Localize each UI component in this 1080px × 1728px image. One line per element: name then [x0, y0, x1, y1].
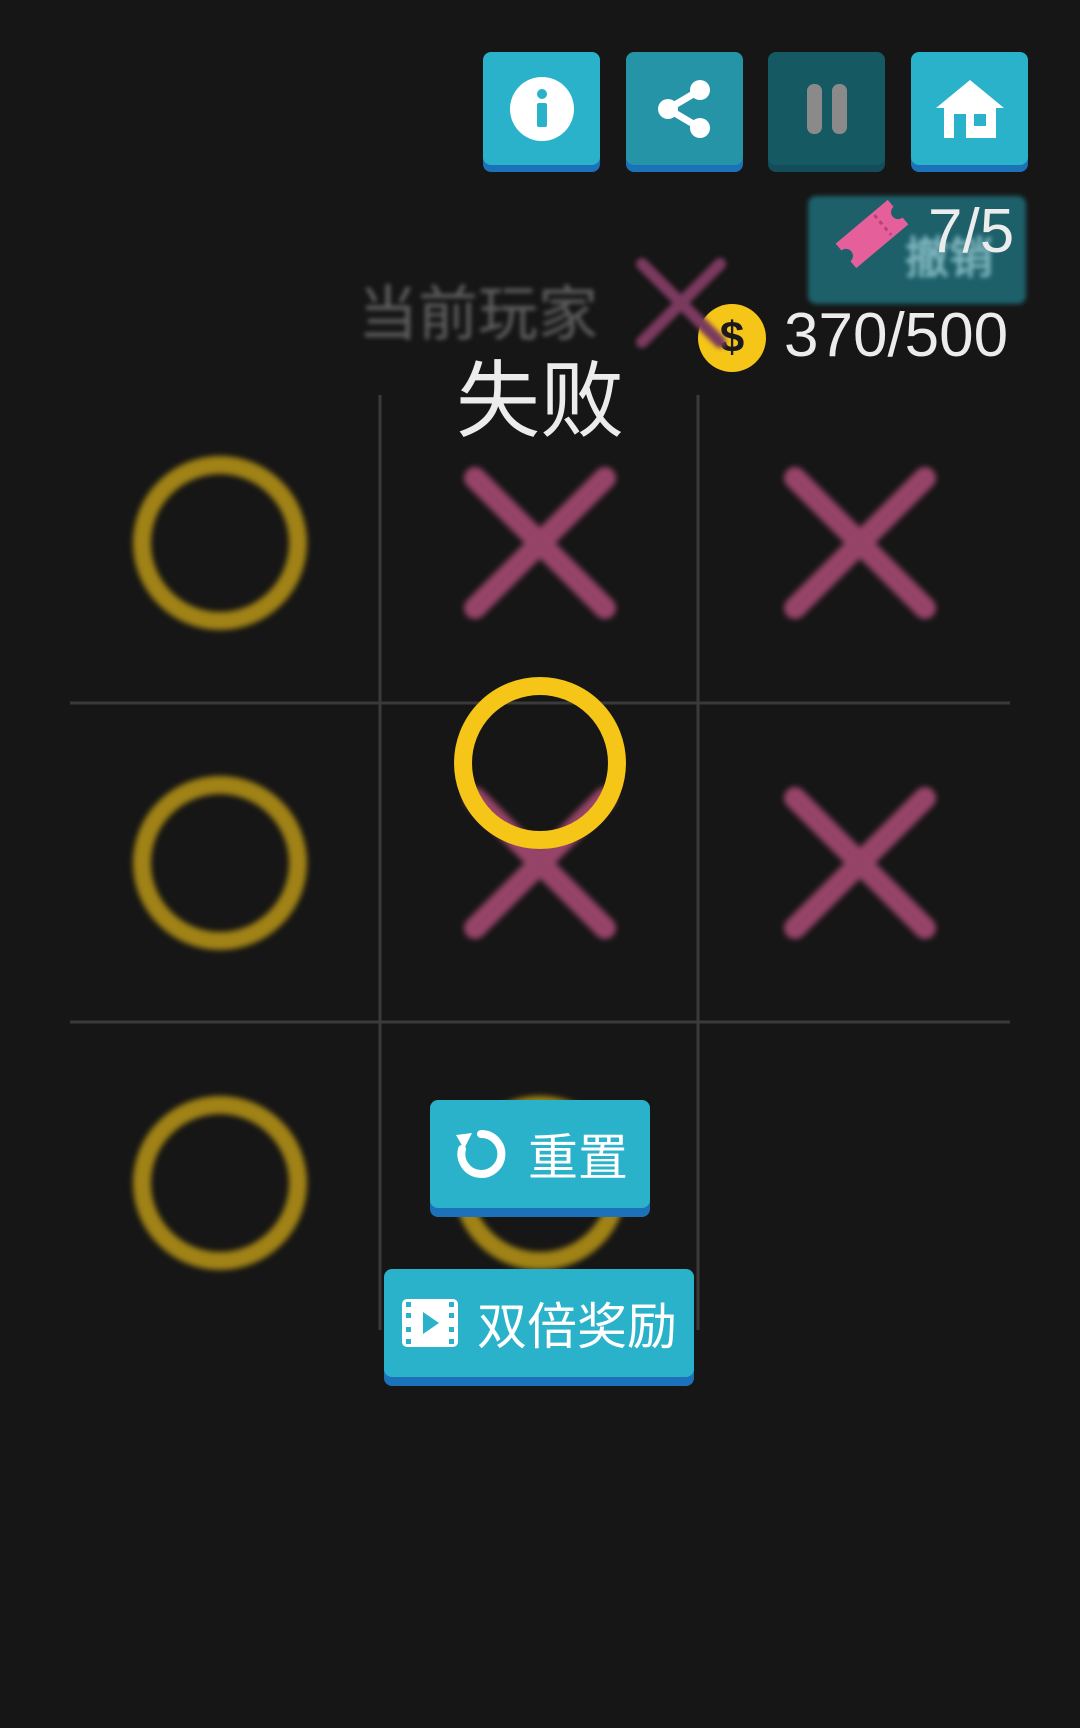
share-button[interactable]	[626, 52, 743, 165]
info-icon	[509, 76, 574, 141]
board-cell[interactable]	[705, 388, 1015, 698]
board-cell[interactable]	[705, 708, 1015, 1018]
undo-count: 7/5	[928, 197, 1015, 266]
double-reward-button[interactable]: 双倍奖励	[384, 1269, 694, 1377]
reset-label: 重置	[528, 1129, 628, 1187]
ticket-icon	[835, 199, 909, 269]
pause-button[interactable]	[768, 52, 885, 165]
current-player-x-mark	[636, 258, 726, 348]
double-reward-label: 双倍奖励	[477, 1298, 677, 1356]
coin-count: 370/500	[784, 301, 1009, 370]
board-cell[interactable]	[385, 708, 695, 1018]
home-button[interactable]	[911, 52, 1028, 165]
info-button[interactable]	[483, 52, 600, 165]
pause-icon	[806, 83, 847, 134]
board-cell[interactable]	[65, 388, 375, 698]
share-icon	[657, 79, 710, 138]
board-cell[interactable]	[705, 1028, 1015, 1338]
refresh-icon	[456, 1129, 506, 1178]
board-cell[interactable]	[385, 388, 695, 698]
home-icon	[935, 79, 1004, 138]
board-cell[interactable]	[65, 708, 375, 1018]
reset-button[interactable]: 重置	[430, 1100, 650, 1208]
video-icon	[402, 1299, 458, 1347]
board-cell[interactable]	[65, 1028, 375, 1338]
